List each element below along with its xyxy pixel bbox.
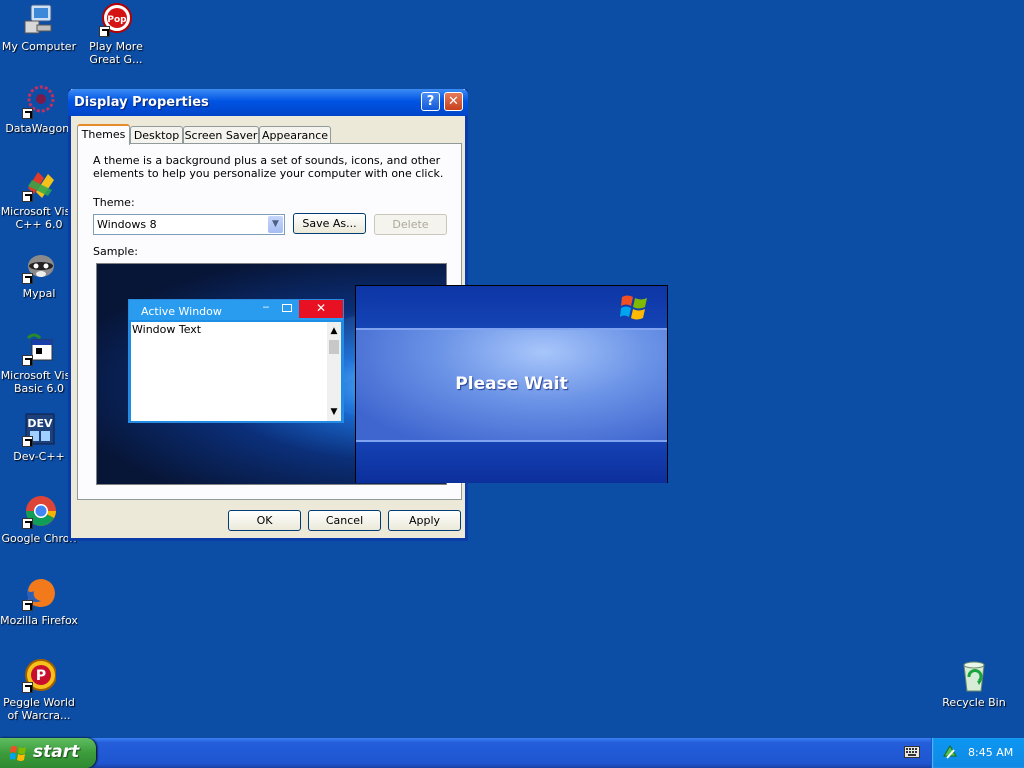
shortcut-arrow-icon [22, 682, 33, 693]
please-wait-splash: Please Wait [355, 285, 668, 483]
desktop-icon-label: Mypal [22, 287, 56, 300]
desktop-icon-label: of Warcra... [7, 709, 71, 722]
scroll-down-icon: ▼ [330, 407, 338, 417]
apply-button[interactable]: Apply [388, 510, 461, 531]
svg-text:P: P [36, 668, 46, 684]
theme-description: A theme is a background plus a set of so… [93, 154, 444, 180]
splash-header-band [356, 286, 667, 328]
theme-label: Theme: [93, 196, 135, 209]
shortcut-arrow-icon [22, 108, 33, 119]
theme-select-value: Windows 8 [97, 218, 157, 231]
sample-window-title: Active Window [141, 305, 222, 318]
desktop-icon-play-more[interactable]: Pop Play More Great G... [77, 3, 155, 66]
system-tray: 8:45 AM [931, 738, 1024, 768]
desktop-icon-label: Mozilla Firefox [0, 614, 78, 627]
ok-button[interactable]: OK [228, 510, 301, 531]
chevron-down-icon[interactable]: ▼ [268, 216, 283, 233]
shortcut-arrow-icon [22, 191, 33, 202]
desktop-icon-datawagon[interactable]: DataWagon. [0, 85, 78, 135]
desktop-icon-label: Microsoft Visu [0, 369, 78, 382]
desktop-icon-mypal[interactable]: Mypal [0, 250, 78, 300]
desktop-icon-label: Peggle World [3, 696, 75, 709]
desktop-icon-label: Great G... [89, 53, 143, 66]
save-as-button[interactable]: Save As... [293, 213, 366, 234]
desktop-icon-label: DataWagon. [5, 122, 73, 135]
desktop-icon-label: C++ 6.0 [15, 218, 63, 231]
desktop-icon-recycle-bin[interactable]: Recycle Bin [935, 659, 1013, 709]
theme-select[interactable]: Windows 8 ▼ [93, 214, 285, 235]
cancel-button[interactable]: Cancel [308, 510, 381, 531]
desktop-icon-visual-cpp[interactable]: Microsoft Visu C++ 6.0 [0, 168, 78, 231]
minimize-icon: ‒ [262, 300, 270, 313]
tab-desktop[interactable]: Desktop [130, 126, 183, 144]
dev-icon-text: DEV [27, 417, 53, 430]
visual-cpp-icon [22, 168, 56, 202]
dev-cpp-icon: DEV [22, 413, 56, 447]
windows-logo-icon [620, 295, 647, 320]
chrome-icon [22, 495, 56, 529]
desktop-icon-label: Microsoft Visu [0, 205, 78, 218]
close-button[interactable]: ✕ [444, 92, 463, 111]
shortcut-arrow-icon [22, 600, 33, 611]
windows-logo-icon [10, 746, 26, 761]
please-wait-message: Please Wait [455, 374, 568, 394]
mypal-icon [22, 250, 56, 284]
desktop-icon-label: Recycle Bin [942, 696, 1006, 709]
recycle-bin-icon [957, 659, 991, 693]
close-icon: ✕ [299, 300, 343, 318]
scroll-up-icon: ▲ [330, 326, 338, 336]
desktop-icon-my-computer[interactable]: My Computer [0, 3, 78, 53]
desktop-icon-chrome[interactable]: Google Chron [0, 495, 78, 545]
shortcut-arrow-icon [99, 26, 110, 37]
visual-basic-icon [22, 332, 56, 366]
desktop-icon-label: My Computer [1, 40, 77, 53]
splash-footer-band [356, 442, 667, 483]
svg-text:Pop: Pop [107, 15, 127, 25]
window-title: Display Properties [74, 95, 209, 110]
sample-label: Sample: [93, 245, 138, 258]
my-computer-icon [22, 3, 56, 37]
tab-themes[interactable]: Themes [77, 124, 130, 145]
firefox-icon [22, 577, 56, 611]
desktop-icon-dev-cpp[interactable]: DEV Dev-C++ [0, 413, 78, 463]
clock[interactable]: 8:45 AM [968, 746, 1013, 759]
tab-appearance[interactable]: Appearance [259, 126, 331, 144]
desktop-icon-label: Google Chron [1, 532, 77, 545]
sample-scrollbar: ▲ ▼ [327, 322, 341, 421]
tab-screen-saver[interactable]: Screen Saver [183, 126, 259, 144]
start-button[interactable]: start [0, 738, 96, 768]
popcap-icon: Pop [99, 3, 133, 37]
start-label: start [33, 742, 80, 762]
desktop-icon-label: Dev-C++ [13, 450, 65, 463]
desktop-icon-visual-basic[interactable]: Microsoft Visu Basic 6.0 [0, 332, 78, 395]
maximize-icon [277, 300, 297, 318]
desktop-icon-firefox[interactable]: Mozilla Firefox [0, 577, 78, 627]
network-icon[interactable] [942, 744, 958, 760]
shortcut-arrow-icon [22, 436, 33, 447]
peggle-icon: P [22, 659, 57, 693]
desktop-icon-label: Basic 6.0 [13, 382, 65, 395]
sample-active-window: Active Window ‒ ✕ Window Text ▲ ▼ [128, 299, 344, 423]
taskbar: start 8:45 AM [0, 738, 1024, 768]
keyboard-icon[interactable] [904, 746, 920, 758]
shortcut-arrow-icon [22, 273, 33, 284]
datawagon-icon [22, 85, 56, 119]
desktop-icon-peggle[interactable]: P Peggle World of Warcra... [0, 659, 78, 722]
desktop-icon-label: Play More [89, 40, 143, 53]
shortcut-arrow-icon [22, 355, 33, 366]
window-titlebar[interactable]: Display Properties ? ✕ [68, 89, 468, 116]
help-button[interactable]: ? [421, 92, 440, 111]
scroll-thumb [329, 340, 339, 354]
shortcut-arrow-icon [22, 518, 33, 529]
delete-button[interactable]: Delete [374, 214, 447, 235]
sample-window-text: Window Text [132, 323, 202, 336]
sample-window-titlebar: Active Window ‒ ✕ [129, 300, 343, 320]
sample-window-body: Window Text ▲ ▼ [131, 322, 341, 421]
